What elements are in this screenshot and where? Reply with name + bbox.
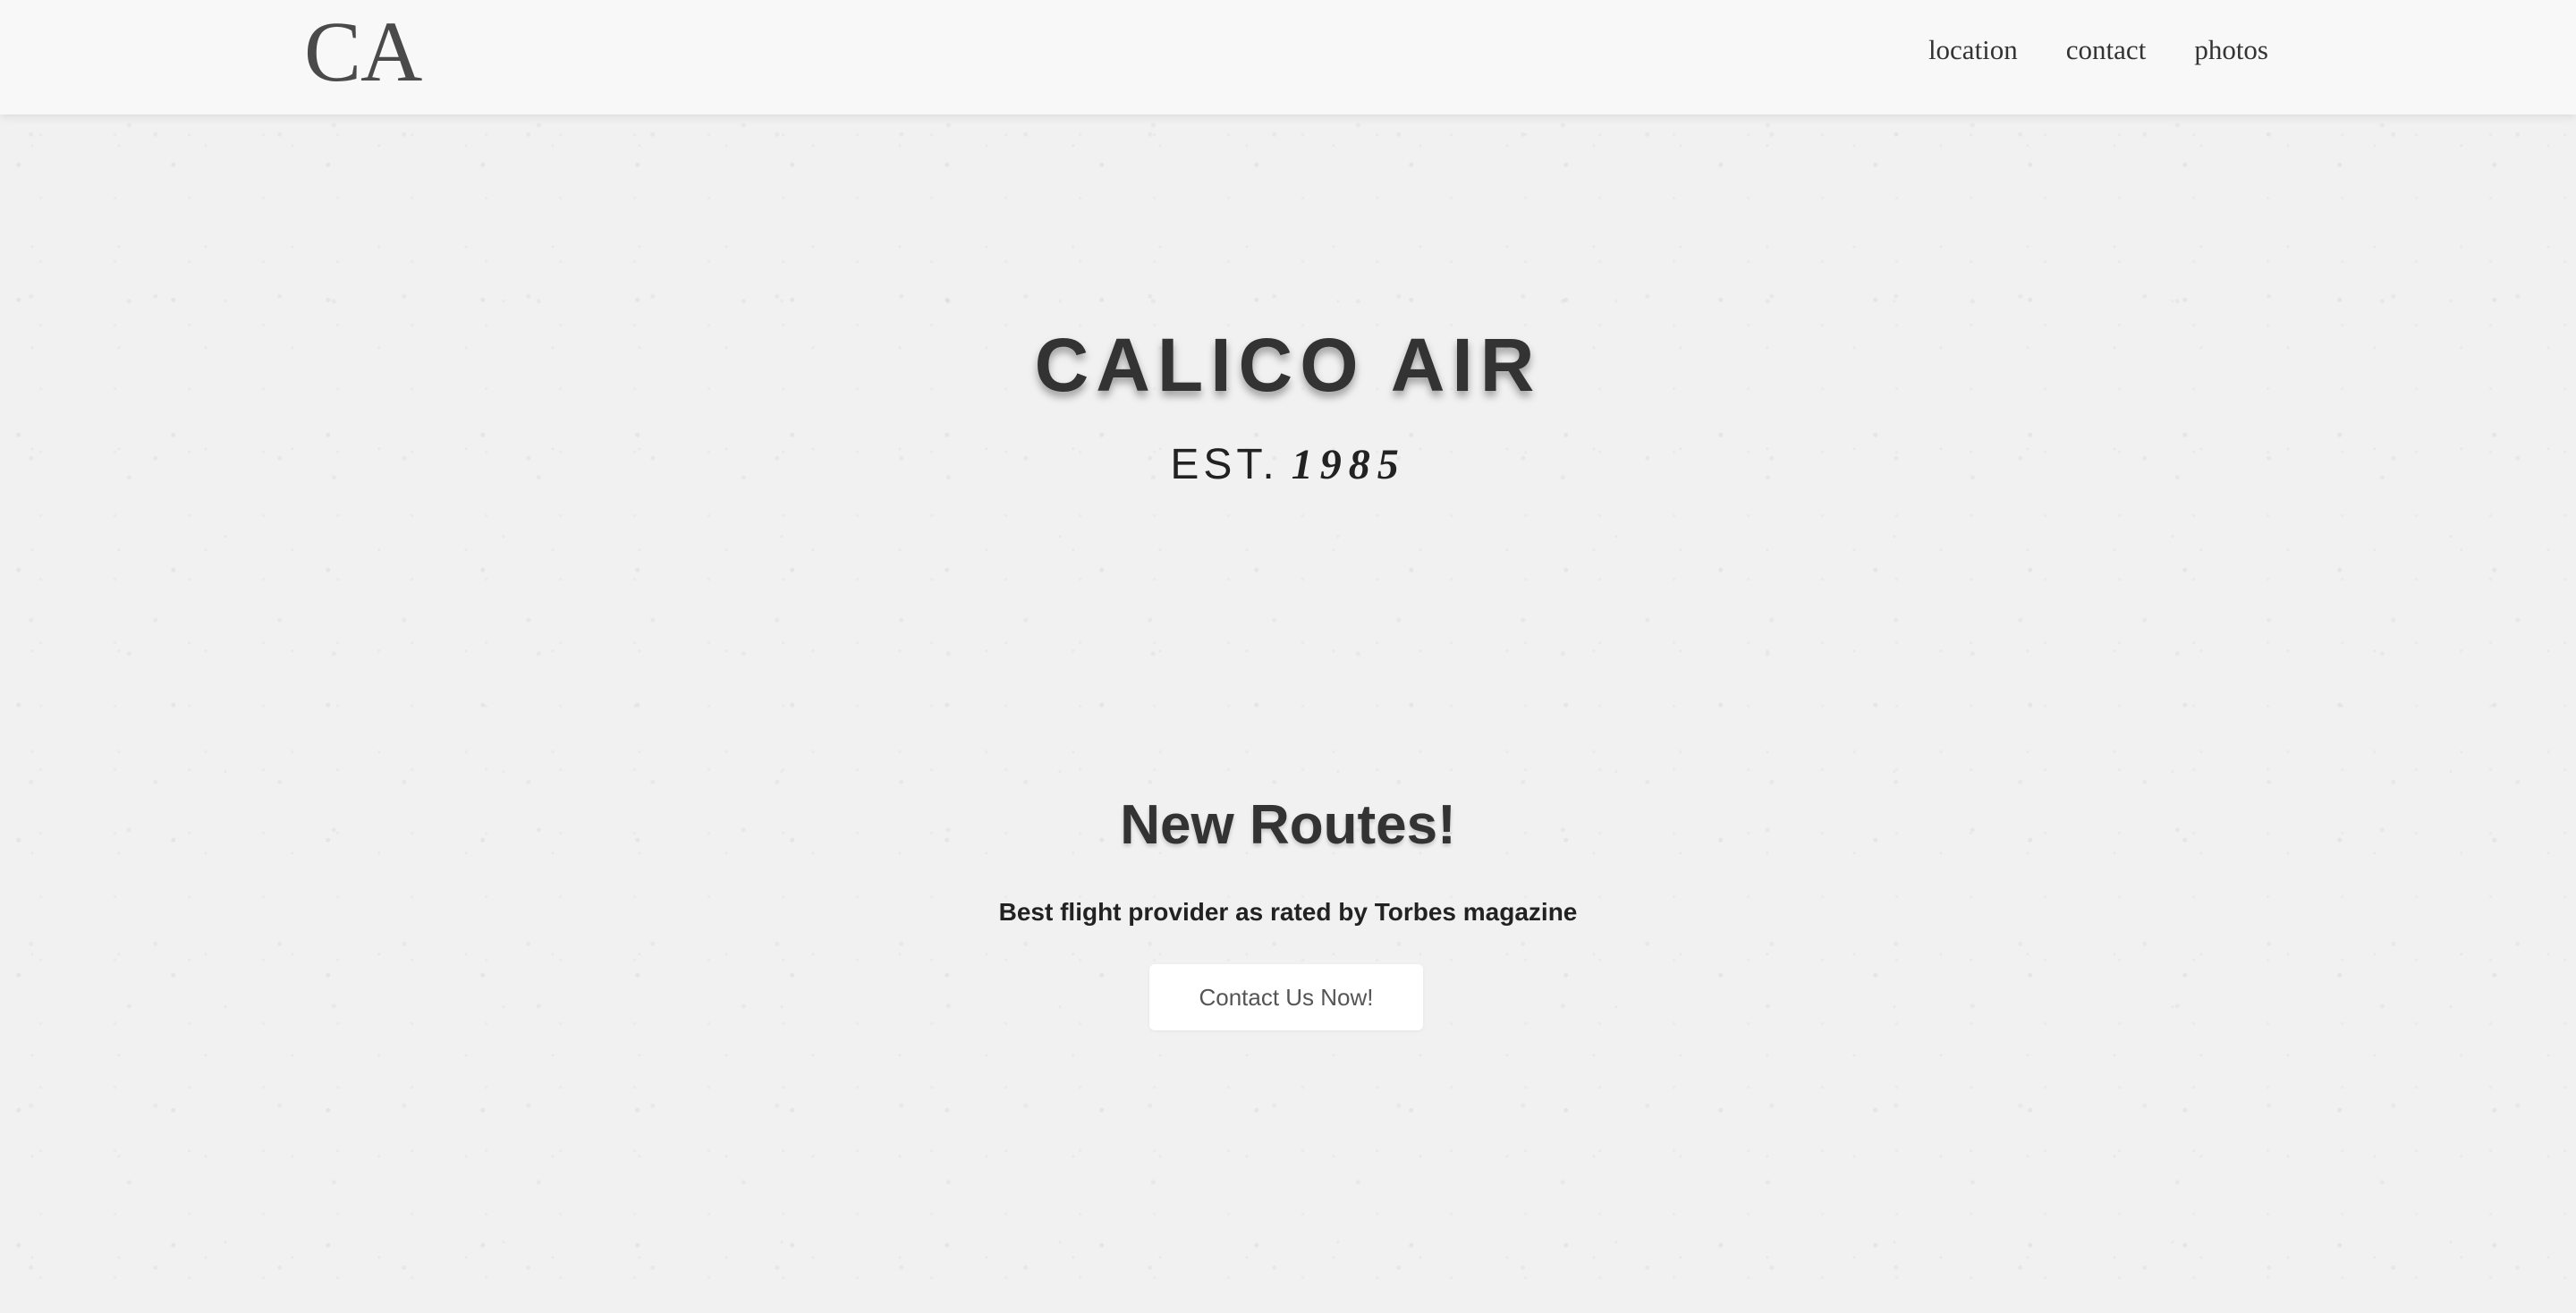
main-nav: location contact photos xyxy=(1928,0,2268,100)
promo-subtitle: Best flight provider as rated by Torbes … xyxy=(998,898,1578,926)
nav-item-location: location xyxy=(1928,34,2018,66)
nav-link-contact[interactable]: contact xyxy=(2066,34,2147,65)
nav-link-photos[interactable]: photos xyxy=(2194,34,2268,65)
hero-title: CALICO AIR xyxy=(1034,323,1542,407)
established-year: 1985 xyxy=(1291,441,1406,488)
established-label: EST. xyxy=(1170,441,1279,488)
nav-item-photos: photos xyxy=(2194,34,2268,66)
nav-link-location[interactable]: location xyxy=(1928,34,2018,65)
promo-title: New Routes! xyxy=(1120,794,1456,856)
nav-item-contact: contact xyxy=(2066,34,2147,66)
site-header: CA location contact photos xyxy=(0,0,2576,114)
hero-established: EST. 1985 xyxy=(0,436,2576,494)
contact-us-button[interactable]: Contact Us Now! xyxy=(1149,964,1423,1030)
brand-logo[interactable]: CA xyxy=(304,2,422,102)
